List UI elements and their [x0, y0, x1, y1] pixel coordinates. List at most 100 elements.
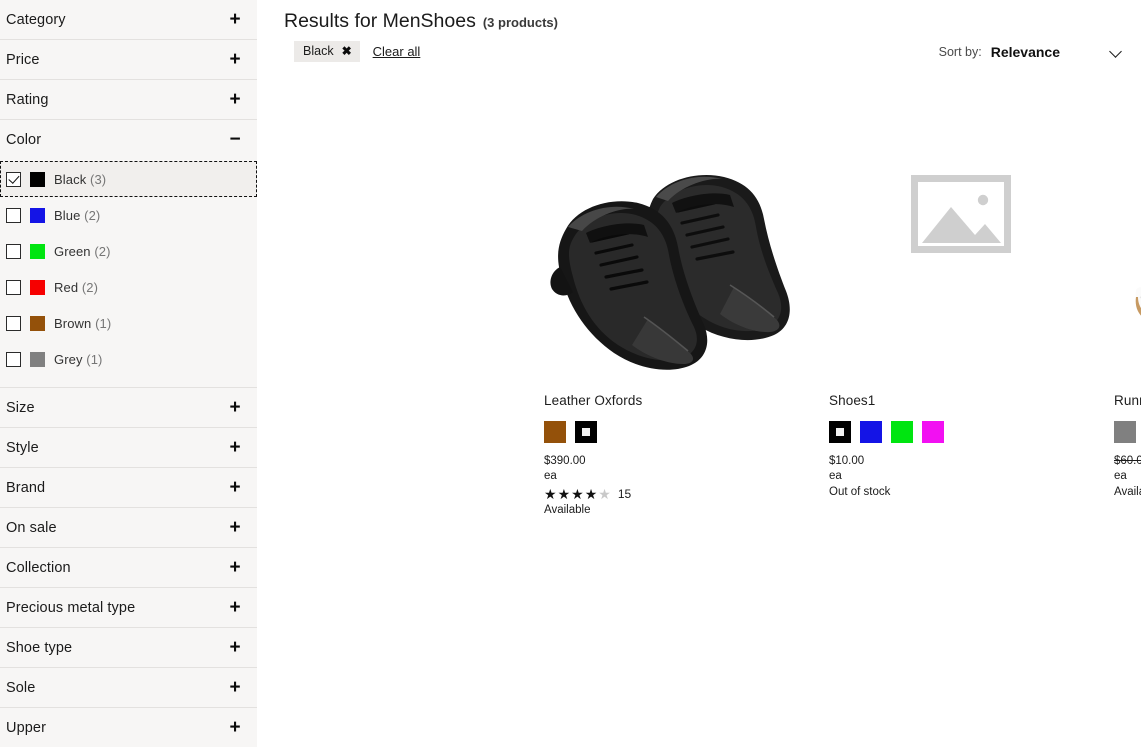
filter-chip-black[interactable]: Black ✖: [294, 41, 360, 62]
sort-by-dropdown[interactable]: Sort by: Relevance: [939, 44, 1123, 60]
product-swatch-0[interactable]: [829, 421, 851, 443]
facet-category: Category +: [0, 0, 257, 40]
color-count: (1): [86, 352, 102, 367]
expand-icon[interactable]: +: [227, 478, 243, 497]
color-swatch-blue-icon: [30, 208, 45, 223]
product-image[interactable]: [827, 105, 1095, 375]
color-option-label: Green (2): [54, 244, 111, 259]
product-price: $390.00: [544, 454, 808, 469]
facet-title: Size: [6, 400, 35, 416]
product-rating[interactable]: ★★★★★15: [544, 485, 808, 502]
collapse-icon[interactable]: −: [227, 130, 243, 149]
product-uom: ea: [1114, 469, 1141, 484]
expand-icon[interactable]: +: [227, 398, 243, 417]
product-swatch-0[interactable]: [544, 421, 566, 443]
product-color-swatches: [1114, 421, 1141, 443]
checkbox-green[interactable]: [6, 244, 21, 259]
checkbox-grey[interactable]: [6, 352, 21, 367]
product-card[interactable]: Shoes1$10.00eaOut of stock: [827, 105, 1095, 518]
product-card[interactable]: Running Shoe $60.00$20.00eaAvailable: [1112, 105, 1141, 518]
expand-icon[interactable]: +: [227, 558, 243, 577]
product-title[interactable]: Running Shoe: [1114, 393, 1141, 408]
product-title[interactable]: Leather Oxfords: [544, 393, 808, 408]
facet-header-style[interactable]: Style +: [0, 428, 257, 467]
expand-icon[interactable]: +: [227, 598, 243, 617]
product-details: Shoes1$10.00eaOut of stock: [827, 375, 1095, 500]
sort-by-value: Relevance: [991, 44, 1060, 60]
expand-icon[interactable]: +: [227, 718, 243, 737]
product-stock-status: Available: [544, 502, 808, 518]
expand-icon[interactable]: +: [227, 678, 243, 697]
color-count: (2): [82, 280, 98, 295]
color-option-label: Black (3): [54, 172, 106, 187]
facet-title: Rating: [6, 92, 49, 108]
facet-list: Category+Price+Rating+Color−Black (3)Blu…: [0, 0, 257, 747]
color-option-brown[interactable]: Brown (1): [0, 305, 257, 341]
star-empty-icon: ★: [598, 487, 611, 501]
rating-stars: ★★★★★: [544, 487, 611, 501]
facet-header-category[interactable]: Category +: [0, 0, 257, 39]
facet-sole: Sole +: [0, 668, 257, 708]
facet-title: Sole: [6, 680, 35, 696]
checkbox-black[interactable]: [6, 172, 21, 187]
product-swatch-2[interactable]: [891, 421, 913, 443]
facet-header-collection[interactable]: Collection+: [0, 548, 257, 587]
color-option-black[interactable]: Black (3): [0, 161, 257, 197]
product-title[interactable]: Shoes1: [829, 393, 1093, 408]
facet-header-on-sale[interactable]: On sale +: [0, 508, 257, 547]
expand-icon[interactable]: +: [227, 638, 243, 657]
color-count: (1): [95, 316, 111, 331]
expand-icon[interactable]: +: [227, 518, 243, 537]
expand-icon[interactable]: +: [227, 50, 243, 69]
facet-title: Brand: [6, 480, 45, 496]
product-swatch-3[interactable]: [922, 421, 944, 443]
product-card[interactable]: Leather Oxfords$390.00ea★★★★★15Available: [542, 105, 810, 518]
filter-sidebar: Category+Price+Rating+Color−Black (3)Blu…: [0, 0, 258, 747]
color-option-red[interactable]: Red (2): [0, 269, 257, 305]
color-count: (2): [84, 208, 100, 223]
facet-header-upper[interactable]: Upper +: [0, 708, 257, 747]
product-swatch-1[interactable]: [860, 421, 882, 443]
facet-header-sole[interactable]: Sole +: [0, 668, 257, 707]
color-option-green[interactable]: Green (2): [0, 233, 257, 269]
close-icon[interactable]: ✖: [342, 45, 352, 57]
expand-icon[interactable]: +: [227, 438, 243, 457]
checkbox-brown[interactable]: [6, 316, 21, 331]
facet-style: Style +: [0, 428, 257, 468]
product-image[interactable]: [1112, 105, 1141, 375]
facet-header-shoe-type[interactable]: Shoe type+: [0, 628, 257, 667]
image-placeholder-icon: [827, 105, 1095, 375]
expand-icon[interactable]: +: [227, 10, 243, 29]
color-option-blue[interactable]: Blue (2): [0, 197, 257, 233]
chevron-down-icon[interactable]: [1111, 46, 1123, 58]
facet-header-precious-metal-type[interactable]: Precious metal type+: [0, 588, 257, 627]
product-details: Running Shoe $60.00$20.00eaAvailable: [1112, 375, 1141, 500]
facet-header-price[interactable]: Price+: [0, 40, 257, 79]
facet-title: Style: [6, 440, 39, 456]
facet-header-color[interactable]: Color−: [0, 120, 257, 159]
product-stock-status: Available: [1114, 484, 1141, 500]
product-swatch-0[interactable]: [1114, 421, 1136, 443]
facet-header-size[interactable]: Size +: [0, 388, 257, 427]
facet-upper: Upper +: [0, 708, 257, 747]
product-current-price: $10.00: [829, 455, 864, 467]
checkbox-blue[interactable]: [6, 208, 21, 223]
facet-header-brand[interactable]: Brand +: [0, 468, 257, 507]
clear-all-link[interactable]: Clear all: [373, 44, 421, 59]
checkbox-red[interactable]: [6, 280, 21, 295]
product-price: $60.00$20.00: [1114, 454, 1141, 469]
product-swatch-1[interactable]: [575, 421, 597, 443]
color-name: Grey: [54, 352, 83, 367]
expand-icon[interactable]: +: [227, 90, 243, 109]
facet-title: Category: [6, 12, 66, 28]
facet-title: Upper: [6, 720, 46, 736]
color-name: Green: [54, 244, 91, 259]
color-option-label: Red (2): [54, 280, 98, 295]
page-title: Results for MenShoes: [284, 10, 476, 33]
facet-header-rating[interactable]: Rating +: [0, 80, 257, 119]
color-name: Blue: [54, 208, 80, 223]
product-details: Leather Oxfords$390.00ea★★★★★15Available: [542, 375, 810, 518]
facet-title: On sale: [6, 520, 57, 536]
color-option-grey[interactable]: Grey (1): [0, 341, 257, 377]
product-image[interactable]: [542, 105, 810, 375]
